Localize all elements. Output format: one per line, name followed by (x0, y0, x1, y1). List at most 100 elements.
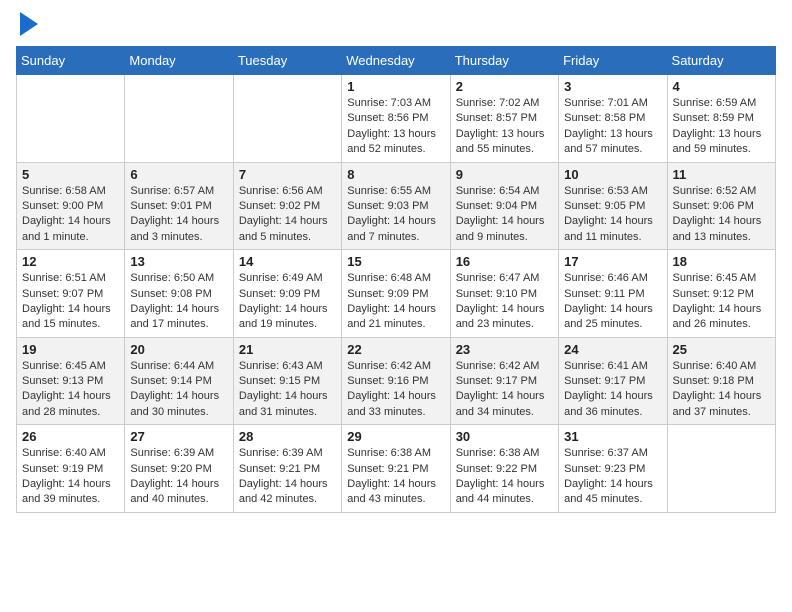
header-saturday: Saturday (667, 47, 775, 75)
day-number: 14 (239, 254, 336, 269)
day-info: Sunrise: 6:48 AMSunset: 9:09 PMDaylight:… (347, 271, 444, 333)
calendar-cell: 14 Sunrise: 6:49 AMSunset: 9:09 PMDayligh… (233, 250, 341, 338)
day-info: Sunrise: 6:50 AMSunset: 9:08 PMDaylight:… (130, 271, 227, 333)
calendar-cell: 1 Sunrise: 7:03 AMSunset: 8:56 PMDaylight… (342, 75, 450, 163)
calendar-cell: 6 Sunrise: 6:57 AMSunset: 9:01 PMDaylight… (125, 162, 233, 250)
calendar-cell: 22 Sunrise: 6:42 AMSunset: 9:16 PMDayligh… (342, 337, 450, 425)
day-info: Sunrise: 6:58 AMSunset: 9:00 PMDaylight:… (22, 184, 119, 246)
day-number: 7 (239, 167, 336, 182)
calendar-cell: 9 Sunrise: 6:54 AMSunset: 9:04 PMDaylight… (450, 162, 558, 250)
calendar-cell (667, 425, 775, 513)
calendar-cell: 2 Sunrise: 7:02 AMSunset: 8:57 PMDaylight… (450, 75, 558, 163)
day-number: 20 (130, 342, 227, 357)
day-info: Sunrise: 6:42 AMSunset: 9:17 PMDaylight:… (456, 359, 553, 421)
day-number: 6 (130, 167, 227, 182)
calendar-cell: 29 Sunrise: 6:38 AMSunset: 9:21 PMDayligh… (342, 425, 450, 513)
day-number: 23 (456, 342, 553, 357)
calendar-cell: 27 Sunrise: 6:39 AMSunset: 9:20 PMDayligh… (125, 425, 233, 513)
day-number: 4 (673, 79, 770, 94)
day-number: 18 (673, 254, 770, 269)
calendar-cell: 21Sunrise: 6:43 AMSunset: 9:15 PMDayligh… (233, 337, 341, 425)
calendar-cell: 23 Sunrise: 6:42 AMSunset: 9:17 PMDayligh… (450, 337, 558, 425)
day-info: Sunrise: 6:49 AMSunset: 9:09 PMDaylight:… (239, 271, 336, 333)
day-info: Sunrise: 7:02 AMSunset: 8:57 PMDaylight:… (456, 96, 553, 158)
day-info: Sunrise: 6:57 AMSunset: 9:01 PMDaylight:… (130, 184, 227, 246)
day-info: Sunrise: 6:56 AMSunset: 9:02 PMDaylight:… (239, 184, 336, 246)
calendar-week-2: 5 Sunrise: 6:58 AMSunset: 9:00 PMDaylight… (17, 162, 776, 250)
day-info: Sunrise: 6:40 AMSunset: 9:18 PMDaylight:… (673, 359, 770, 421)
header-friday: Friday (559, 47, 667, 75)
day-info: Sunrise: 6:44 AMSunset: 9:14 PMDaylight:… (130, 359, 227, 421)
calendar-cell: 15 Sunrise: 6:48 AMSunset: 9:09 PMDayligh… (342, 250, 450, 338)
calendar-cell: 8 Sunrise: 6:55 AMSunset: 9:03 PMDaylight… (342, 162, 450, 250)
calendar-cell: 31 Sunrise: 6:37 AMSunset: 9:23 PMDayligh… (559, 425, 667, 513)
header-thursday: Thursday (450, 47, 558, 75)
header-sunday: Sunday (17, 47, 125, 75)
header-monday: Monday (125, 47, 233, 75)
calendar-cell: 26Sunrise: 6:40 AMSunset: 9:19 PMDayligh… (17, 425, 125, 513)
day-info: Sunrise: 6:55 AMSunset: 9:03 PMDaylight:… (347, 184, 444, 246)
day-number: 15 (347, 254, 444, 269)
day-info: Sunrise: 6:47 AMSunset: 9:10 PMDaylight:… (456, 271, 553, 333)
day-info: Sunrise: 6:59 AMSunset: 8:59 PMDaylight:… (673, 96, 770, 158)
calendar-cell (125, 75, 233, 163)
day-number: 22 (347, 342, 444, 357)
calendar-week-5: 26Sunrise: 6:40 AMSunset: 9:19 PMDayligh… (17, 425, 776, 513)
day-number: 29 (347, 429, 444, 444)
logo-arrow-icon (20, 12, 38, 36)
header-wednesday: Wednesday (342, 47, 450, 75)
day-info: Sunrise: 6:38 AMSunset: 9:21 PMDaylight:… (347, 446, 444, 508)
calendar-cell: 4 Sunrise: 6:59 AMSunset: 8:59 PMDaylight… (667, 75, 775, 163)
day-number: 9 (456, 167, 553, 182)
day-info: Sunrise: 7:03 AMSunset: 8:56 PMDaylight:… (347, 96, 444, 158)
calendar-cell: 5 Sunrise: 6:58 AMSunset: 9:00 PMDaylight… (17, 162, 125, 250)
day-number: 27 (130, 429, 227, 444)
day-number: 5 (22, 167, 119, 182)
day-number: 30 (456, 429, 553, 444)
day-info: Sunrise: 7:01 AMSunset: 8:58 PMDaylight:… (564, 96, 661, 158)
calendar-cell: 25 Sunrise: 6:40 AMSunset: 9:18 PMDayligh… (667, 337, 775, 425)
day-number: 3 (564, 79, 661, 94)
page-header (16, 16, 776, 36)
calendar-cell: 10Sunrise: 6:53 AMSunset: 9:05 PMDayligh… (559, 162, 667, 250)
calendar-cell: 20 Sunrise: 6:44 AMSunset: 9:14 PMDayligh… (125, 337, 233, 425)
calendar-week-3: 12Sunrise: 6:51 AMSunset: 9:07 PMDayligh… (17, 250, 776, 338)
day-info: Sunrise: 6:54 AMSunset: 9:04 PMDaylight:… (456, 184, 553, 246)
calendar-cell: 11 Sunrise: 6:52 AMSunset: 9:06 PMDayligh… (667, 162, 775, 250)
day-info: Sunrise: 6:39 AMSunset: 9:21 PMDaylight:… (239, 446, 336, 508)
day-number: 19 (22, 342, 119, 357)
calendar-header-row: SundayMondayTuesdayWednesdayThursdayFrid… (17, 47, 776, 75)
day-number: 12 (22, 254, 119, 269)
day-number: 2 (456, 79, 553, 94)
header-tuesday: Tuesday (233, 47, 341, 75)
calendar-week-4: 19 Sunrise: 6:45 AMSunset: 9:13 PMDayligh… (17, 337, 776, 425)
day-info: Sunrise: 6:40 AMSunset: 9:19 PMDaylight:… (22, 446, 119, 508)
calendar-cell (233, 75, 341, 163)
day-number: 1 (347, 79, 444, 94)
calendar-cell: 13 Sunrise: 6:50 AMSunset: 9:08 PMDayligh… (125, 250, 233, 338)
day-number: 10 (564, 167, 661, 182)
day-info: Sunrise: 6:42 AMSunset: 9:16 PMDaylight:… (347, 359, 444, 421)
day-info: Sunrise: 6:37 AMSunset: 9:23 PMDaylight:… (564, 446, 661, 508)
day-number: 25 (673, 342, 770, 357)
calendar-cell: 28Sunrise: 6:39 AMSunset: 9:21 PMDayligh… (233, 425, 341, 513)
calendar-week-1: 1 Sunrise: 7:03 AMSunset: 8:56 PMDaylight… (17, 75, 776, 163)
calendar-cell: 24Sunrise: 6:41 AMSunset: 9:17 PMDayligh… (559, 337, 667, 425)
day-info: Sunrise: 6:39 AMSunset: 9:20 PMDaylight:… (130, 446, 227, 508)
calendar-cell: 7 Sunrise: 6:56 AMSunset: 9:02 PMDaylight… (233, 162, 341, 250)
day-info: Sunrise: 6:45 AMSunset: 9:13 PMDaylight:… (22, 359, 119, 421)
day-number: 11 (673, 167, 770, 182)
calendar-cell: 12Sunrise: 6:51 AMSunset: 9:07 PMDayligh… (17, 250, 125, 338)
calendar-cell (17, 75, 125, 163)
day-number: 16 (456, 254, 553, 269)
day-info: Sunrise: 6:52 AMSunset: 9:06 PMDaylight:… (673, 184, 770, 246)
day-info: Sunrise: 6:38 AMSunset: 9:22 PMDaylight:… (456, 446, 553, 508)
day-number: 8 (347, 167, 444, 182)
day-number: 13 (130, 254, 227, 269)
calendar-cell: 17Sunrise: 6:46 AMSunset: 9:11 PMDayligh… (559, 250, 667, 338)
calendar-cell: 3 Sunrise: 7:01 AMSunset: 8:58 PMDaylight… (559, 75, 667, 163)
calendar-cell: 18Sunrise: 6:45 AMSunset: 9:12 PMDayligh… (667, 250, 775, 338)
day-number: 31 (564, 429, 661, 444)
day-info: Sunrise: 6:46 AMSunset: 9:11 PMDaylight:… (564, 271, 661, 333)
day-number: 24 (564, 342, 661, 357)
